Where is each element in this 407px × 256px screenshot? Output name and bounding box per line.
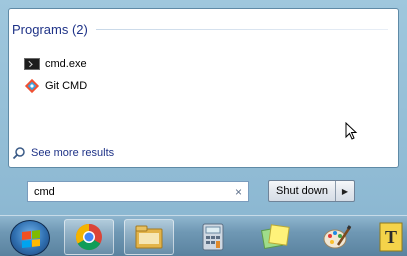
- program-item-cmd[interactable]: cmd.exe: [24, 58, 87, 70]
- taskbar-calculator-button[interactable]: [188, 219, 238, 255]
- taskbar-file-explorer-button[interactable]: [124, 219, 174, 255]
- text-app-letter: T: [384, 227, 396, 247]
- see-more-results-label: See more results: [31, 147, 115, 159]
- clear-search-icon[interactable]: ×: [235, 185, 242, 199]
- programs-header: Programs (2): [12, 22, 388, 37]
- search-icon: [12, 147, 25, 160]
- text-document-icon: T: [379, 222, 402, 252]
- folder-icon: [135, 225, 163, 249]
- sticky-notes-icon: [260, 224, 290, 250]
- taskbar: T: [0, 215, 407, 256]
- paint-icon: [323, 225, 352, 249]
- taskbar-text-app-button[interactable]: T: [372, 219, 407, 255]
- program-item-label: cmd.exe: [45, 58, 87, 70]
- start-search-box[interactable]: ×: [27, 181, 249, 202]
- command-prompt-icon: [24, 58, 40, 70]
- windows-flag-icon: [22, 230, 40, 248]
- git-icon: [24, 78, 40, 94]
- programs-header-title[interactable]: Programs (2): [12, 22, 88, 37]
- mouse-cursor-icon: [345, 122, 358, 140]
- start-orb-button[interactable]: [10, 220, 50, 256]
- search-input[interactable]: [34, 185, 235, 198]
- shutdown-options-arrow-icon[interactable]: ▶: [336, 181, 354, 201]
- taskbar-chrome-button[interactable]: [64, 219, 114, 255]
- program-item-git-cmd[interactable]: Git CMD: [24, 78, 87, 94]
- start-menu: Programs (2) cmd.exe Git CMD See more re…: [0, 0, 407, 215]
- taskbar-sticky-notes-button[interactable]: [250, 219, 300, 255]
- calculator-icon: [202, 223, 224, 251]
- shutdown-button-group: Shut down ▶: [268, 180, 355, 202]
- see-more-results-link[interactable]: See more results: [12, 146, 114, 160]
- chrome-icon: [75, 223, 102, 251]
- programs-header-divider: [95, 29, 388, 30]
- program-item-label: Git CMD: [45, 80, 88, 92]
- taskbar-paint-button[interactable]: [312, 219, 362, 255]
- shutdown-button[interactable]: Shut down: [269, 181, 336, 201]
